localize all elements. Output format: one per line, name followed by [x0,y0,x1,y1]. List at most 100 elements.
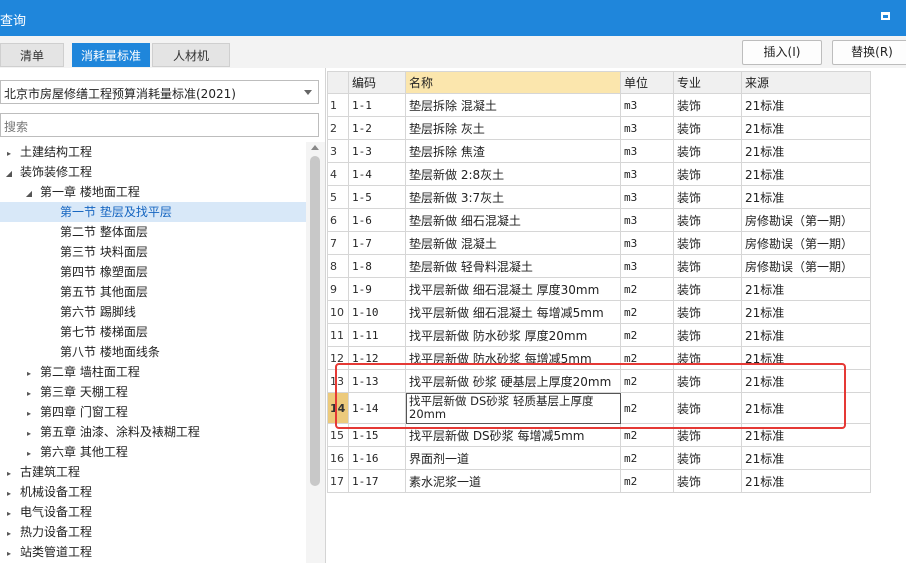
tree-item[interactable]: 第八节 楼地面线条 [0,342,306,362]
maximize-icon[interactable] [881,12,890,20]
tree-item[interactable]: 第七节 楼梯面层 [0,322,306,342]
code-cell[interactable]: 1-2 [348,116,406,140]
column-header-code[interactable]: 编码 [348,71,406,94]
name-cell[interactable]: 垫层新做 混凝土 [405,231,621,255]
tree-item[interactable]: 第三节 块料面层 [0,242,306,262]
row-number-cell[interactable]: 1 [327,93,349,117]
tree-item[interactable]: ▸ 第四章 门窗工程 [0,402,306,422]
tree-item[interactable]: ▸ 机械设备工程 [0,482,306,502]
unit-cell[interactable]: m3 [620,254,674,278]
table-row[interactable]: 8 1-8 垫层新做 轻骨料混凝土 m3 装饰 房修勘误（第一期） [327,254,871,278]
table-row[interactable]: 2 1-2 垫层拆除 灰土 m3 装饰 21标准 [327,116,871,140]
tree-item[interactable]: ▸ 古建筑工程 [0,462,306,482]
tab-consumption-standard[interactable]: 消耗量标准 [72,43,150,67]
name-cell[interactable]: 找平层新做 细石混凝土 每增减5mm [405,300,621,324]
table-row[interactable]: 11 1-11 找平层新做 防水砂浆 厚度20mm m2 装饰 21标准 [327,323,871,347]
name-cell[interactable]: 找平层新做 防水砂浆 厚度20mm [405,323,621,347]
major-cell[interactable]: 装饰 [673,162,742,186]
source-cell[interactable]: 21标准 [741,469,871,493]
search-input[interactable]: 搜索 [0,113,319,137]
chevron-right-icon[interactable]: ▸ [4,464,14,484]
column-header-major[interactable]: 专业 [673,71,742,94]
major-cell[interactable]: 装饰 [673,469,742,493]
tree-item[interactable]: ▸ 热力设备工程 [0,522,306,542]
major-cell[interactable]: 装饰 [673,446,742,470]
code-cell[interactable]: 1-7 [348,231,406,255]
major-cell[interactable]: 装饰 [673,93,742,117]
insert-button[interactable]: 插入(I) [742,40,822,65]
code-cell[interactable]: 1-16 [348,446,406,470]
tree-item[interactable]: ▸ 第二章 墙柱面工程 [0,362,306,382]
table-row[interactable]: 9 1-9 找平层新做 细石混凝土 厚度30mm m2 装饰 21标准 [327,277,871,301]
unit-cell[interactable]: m2 [620,323,674,347]
unit-cell[interactable]: m3 [620,116,674,140]
code-cell[interactable]: 1-3 [348,139,406,163]
table-row[interactable]: 5 1-5 垫层新做 3:7灰土 m3 装饰 21标准 [327,185,871,209]
tree-item[interactable]: 第四节 橡塑面层 [0,262,306,282]
chevron-down-icon[interactable]: ◢ [24,184,34,204]
row-number-cell[interactable]: 16 [327,446,349,470]
chevron-right-icon[interactable]: ▸ [4,144,14,164]
source-cell[interactable]: 21标准 [741,162,871,186]
unit-cell[interactable]: m2 [620,446,674,470]
code-cell[interactable]: 1-6 [348,208,406,232]
name-cell[interactable]: 垫层新做 3:7灰土 [405,185,621,209]
code-cell[interactable]: 1-11 [348,323,406,347]
name-cell[interactable]: 垫层新做 2:8灰土 [405,162,621,186]
table-row[interactable]: 3 1-3 垫层拆除 焦渣 m3 装饰 21标准 [327,139,871,163]
tab-labor-material-machine[interactable]: 人材机 [152,43,230,67]
tree-item[interactable]: 第五节 其他面层 [0,282,306,302]
chevron-right-icon[interactable]: ▸ [24,424,34,444]
chevron-down-icon[interactable] [304,90,312,95]
code-cell[interactable]: 1-17 [348,469,406,493]
table-row[interactable]: 7 1-7 垫层新做 混凝土 m3 装饰 房修勘误（第一期） [327,231,871,255]
tree-item[interactable]: ◢ 第一章 楼地面工程 [0,182,306,202]
major-cell[interactable]: 装饰 [673,208,742,232]
column-header-source[interactable]: 来源 [741,71,871,94]
tree-item[interactable]: ▸ 土建结构工程 [0,142,306,162]
chevron-right-icon[interactable]: ▸ [24,404,34,424]
chevron-right-icon[interactable]: ▸ [24,444,34,464]
chevron-right-icon[interactable]: ▸ [4,484,14,504]
unit-cell[interactable]: m2 [620,469,674,493]
code-cell[interactable]: 1-5 [348,185,406,209]
row-number-cell[interactable]: 9 [327,277,349,301]
tree-item[interactable]: ▸ 第三章 天棚工程 [0,382,306,402]
code-cell[interactable]: 1-4 [348,162,406,186]
column-header-name[interactable]: 名称 [405,71,621,94]
unit-cell[interactable]: m3 [620,208,674,232]
source-cell[interactable]: 房修勘误（第一期） [741,231,871,255]
scrollbar-thumb[interactable] [310,156,320,486]
name-cell[interactable]: 垫层拆除 混凝土 [405,93,621,117]
tree-scrollbar[interactable] [306,142,325,563]
unit-cell[interactable]: m3 [620,185,674,209]
tree-item[interactable]: ▸ 站类管道工程 [0,542,306,562]
name-cell[interactable]: 垫层新做 细石混凝土 [405,208,621,232]
name-cell[interactable]: 找平层新做 细石混凝土 厚度30mm [405,277,621,301]
major-cell[interactable]: 装饰 [673,185,742,209]
major-cell[interactable]: 装饰 [673,116,742,140]
row-number-cell[interactable]: 10 [327,300,349,324]
tree-item[interactable]: 第一节 垫层及找平层 [0,202,306,222]
name-cell[interactable]: 素水泥浆一道 [405,469,621,493]
row-number-cell[interactable]: 6 [327,208,349,232]
major-cell[interactable]: 装饰 [673,231,742,255]
source-cell[interactable]: 21标准 [741,116,871,140]
major-cell[interactable]: 装饰 [673,300,742,324]
scroll-up-icon[interactable] [311,145,319,150]
table-row[interactable]: 17 1-17 素水泥浆一道 m2 装饰 21标准 [327,469,871,493]
table-row[interactable]: 16 1-16 界面剂一道 m2 装饰 21标准 [327,446,871,470]
table-row[interactable]: 6 1-6 垫层新做 细石混凝土 m3 装饰 房修勘误（第一期） [327,208,871,232]
row-number-cell[interactable]: 2 [327,116,349,140]
major-cell[interactable]: 装饰 [673,254,742,278]
standard-select[interactable]: 北京市房屋修缮工程预算消耗量标准(2021) [0,80,319,104]
chevron-down-icon[interactable]: ◢ [4,164,14,184]
code-cell[interactable]: 1-8 [348,254,406,278]
row-number-cell[interactable]: 11 [327,323,349,347]
row-number-cell[interactable]: 5 [327,185,349,209]
chevron-right-icon[interactable]: ▸ [24,384,34,404]
source-cell[interactable]: 房修勘误（第一期） [741,254,871,278]
tree-item[interactable]: 第二节 整体面层 [0,222,306,242]
chevron-right-icon[interactable]: ▸ [4,504,14,524]
name-cell[interactable]: 垫层拆除 灰土 [405,116,621,140]
